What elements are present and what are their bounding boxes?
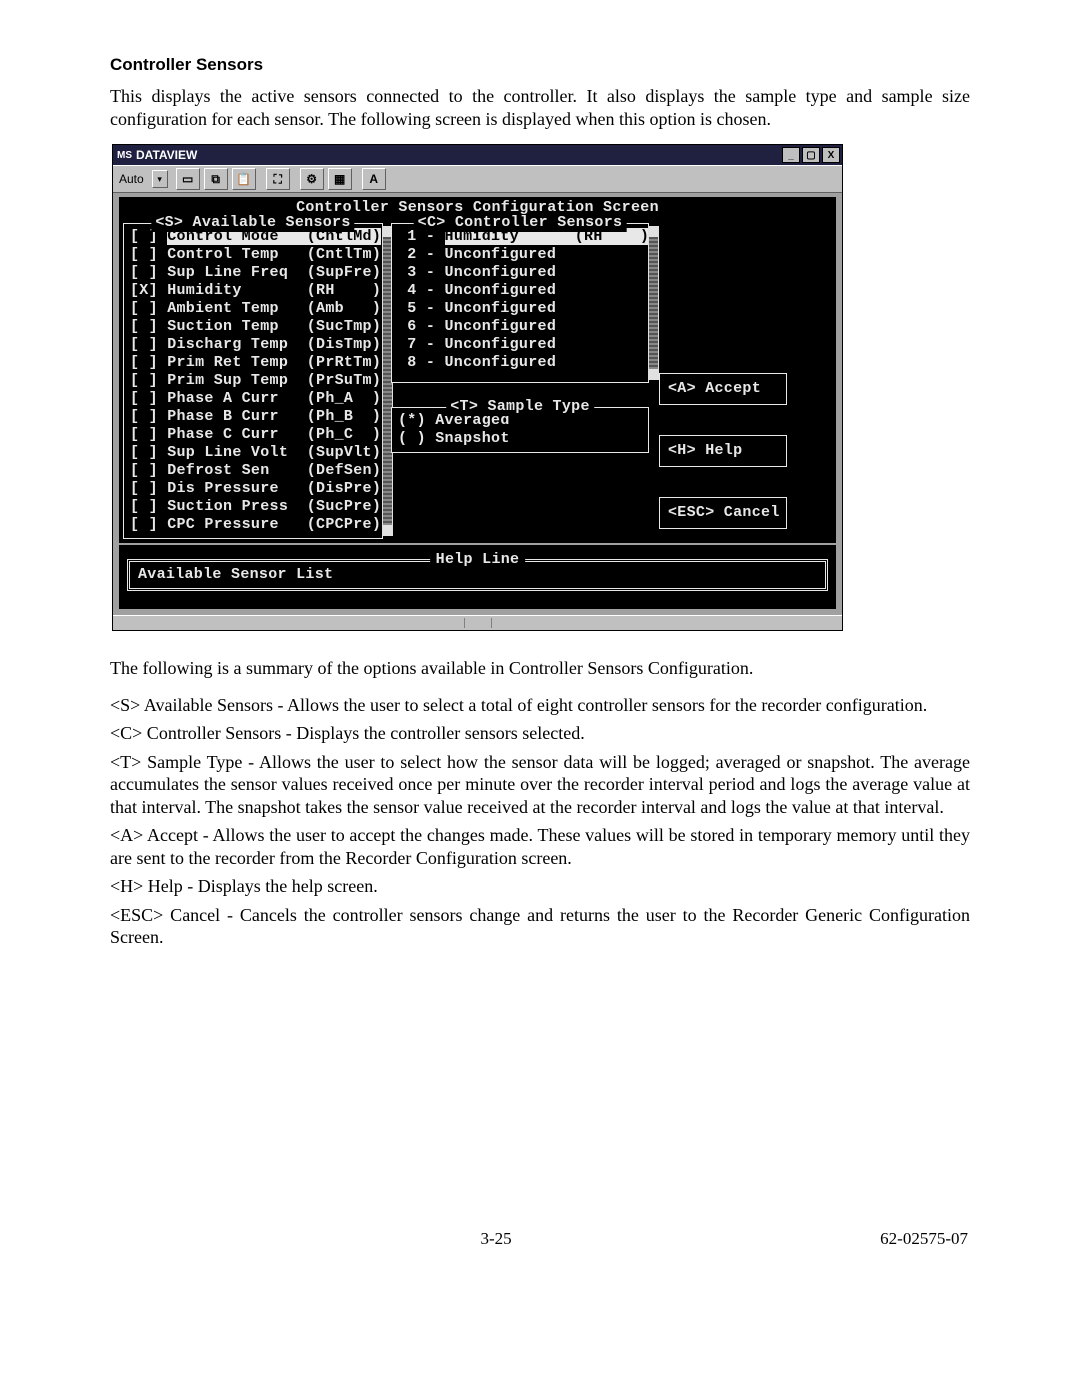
available-sensor-row[interactable]: [ ] Prim Sup Temp (PrSuTm) xyxy=(130,372,376,390)
accept-button[interactable]: <A> Accept xyxy=(659,373,787,405)
available-sensor-row[interactable]: [ ] Suction Temp (SucTmp) xyxy=(130,318,376,336)
toolbar-btn-6[interactable]: ▦ xyxy=(328,168,352,190)
available-sensor-row[interactable]: [ ] Sup Line Freq (SupFre) xyxy=(130,264,376,282)
controller-sensor-row[interactable]: 5 - Unconfigured xyxy=(398,300,642,318)
summary-a: <A> Accept - Allows the user to accept t… xyxy=(110,824,970,869)
summary-esc: <ESC> Cancel - Cancels the controller se… xyxy=(110,904,970,949)
available-sensor-row[interactable]: [ ] Sup Line Volt (SupVlt) xyxy=(130,444,376,462)
controller-sensor-row[interactable]: 3 - Unconfigured xyxy=(398,264,642,282)
summary-h: <H> Help - Displays the help screen. xyxy=(110,875,970,898)
sample-type-panel[interactable]: <T> Sample Type (*) Averaged( ) Snapshot xyxy=(391,407,649,453)
dataview-window: MS DATAVIEW _ ▢ X Auto ▾ ▭ ⧉ 📋 ⛶ ⚙ ▦ A C… xyxy=(112,144,843,631)
available-sensor-row[interactable]: [ ] Suction Press (SucPre) xyxy=(130,498,376,516)
summary-s: <S> Available Sensors - Allows the user … xyxy=(110,694,970,717)
sample-type-option[interactable]: ( ) Snapshot xyxy=(398,430,642,448)
terminal-area: Controller Sensors Configuration Screen … xyxy=(113,193,842,615)
controller-sensors-panel[interactable]: <C> Controller Sensors 1 - Humidity (RH … xyxy=(391,223,649,383)
help-line-panel: Help Line Available Sensor List xyxy=(127,559,828,591)
font-size-dropdown[interactable]: ▾ xyxy=(152,170,168,188)
available-sensors-panel[interactable]: <S> Available Sensors [ ] Control Mode (… xyxy=(123,223,383,539)
toolbar-btn-3[interactable]: 📋 xyxy=(232,168,256,190)
intro-paragraph: This displays the active sensors connect… xyxy=(110,85,970,130)
sample-type-legend: <T> Sample Type xyxy=(446,398,594,416)
controller-sensor-row[interactable]: 6 - Unconfigured xyxy=(398,318,642,336)
summary-intro: The following is a summary of the option… xyxy=(110,657,970,680)
window-statusbar xyxy=(113,615,842,630)
available-sensor-row[interactable]: [ ] Ambient Temp (Amb ) xyxy=(130,300,376,318)
close-button[interactable]: X xyxy=(822,147,840,163)
section-heading: Controller Sensors xyxy=(110,55,970,75)
page-footer: 3-25 62-02575-07 xyxy=(110,1229,970,1249)
available-sensor-row[interactable]: [ ] CPC Pressure (CPCPre) xyxy=(130,516,376,534)
controller-sensor-row[interactable]: 4 - Unconfigured xyxy=(398,282,642,300)
available-sensor-row[interactable]: [ ] Control Temp (CntlTm) xyxy=(130,246,376,264)
app-icon: MS xyxy=(117,150,132,161)
summary-t: <T> Sample Type - Allows the user to sel… xyxy=(110,751,970,819)
toolbar-btn-1[interactable]: ▭ xyxy=(176,168,200,190)
available-sensor-row[interactable]: [ ] Phase C Curr (Ph_C ) xyxy=(130,426,376,444)
available-sensor-row[interactable]: [ ] Prim Ret Temp (PrRtTm) xyxy=(130,354,376,372)
minimize-button[interactable]: _ xyxy=(782,147,800,163)
controller-sensors-legend: <C> Controller Sensors xyxy=(414,214,627,232)
cancel-button[interactable]: <ESC> Cancel xyxy=(659,497,787,529)
page-number: 3-25 xyxy=(481,1229,512,1249)
available-sensor-row[interactable]: [ ] Phase A Curr (Ph_A ) xyxy=(130,390,376,408)
controller-scrollbar[interactable] xyxy=(648,226,659,380)
toolbar-btn-4[interactable]: ⛶ xyxy=(266,168,290,190)
maximize-button[interactable]: ▢ xyxy=(802,147,820,163)
available-sensor-row[interactable]: [X] Humidity (RH ) xyxy=(130,282,376,300)
toolbar-btn-5[interactable]: ⚙ xyxy=(300,168,324,190)
help-line-legend: Help Line xyxy=(430,551,526,569)
available-sensor-row[interactable]: [ ] Phase B Curr (Ph_B ) xyxy=(130,408,376,426)
controller-sensor-row[interactable]: 2 - Unconfigured xyxy=(398,246,642,264)
toolbar-btn-font[interactable]: A xyxy=(362,168,386,190)
document-number: 62-02575-07 xyxy=(880,1229,968,1249)
available-sensor-row[interactable]: [ ] Defrost Sen (DefSen) xyxy=(130,462,376,480)
summary-c: <C> Controller Sensors - Displays the co… xyxy=(110,722,970,745)
window-titlebar: MS DATAVIEW _ ▢ X xyxy=(113,145,842,165)
font-size-label: Auto xyxy=(117,172,148,186)
controller-sensor-row[interactable]: 8 - Unconfigured xyxy=(398,354,642,372)
window-title: DATAVIEW xyxy=(136,148,780,162)
toolbar-btn-2[interactable]: ⧉ xyxy=(204,168,228,190)
window-toolbar: Auto ▾ ▭ ⧉ 📋 ⛶ ⚙ ▦ A xyxy=(113,165,842,193)
help-button[interactable]: <H> Help xyxy=(659,435,787,467)
controller-sensor-row[interactable]: 7 - Unconfigured xyxy=(398,336,642,354)
available-sensor-row[interactable]: [ ] Discharg Temp (DisTmp) xyxy=(130,336,376,354)
available-sensor-row[interactable]: [ ] Dis Pressure (DisPre) xyxy=(130,480,376,498)
available-sensors-legend: <S> Available Sensors xyxy=(151,214,354,232)
